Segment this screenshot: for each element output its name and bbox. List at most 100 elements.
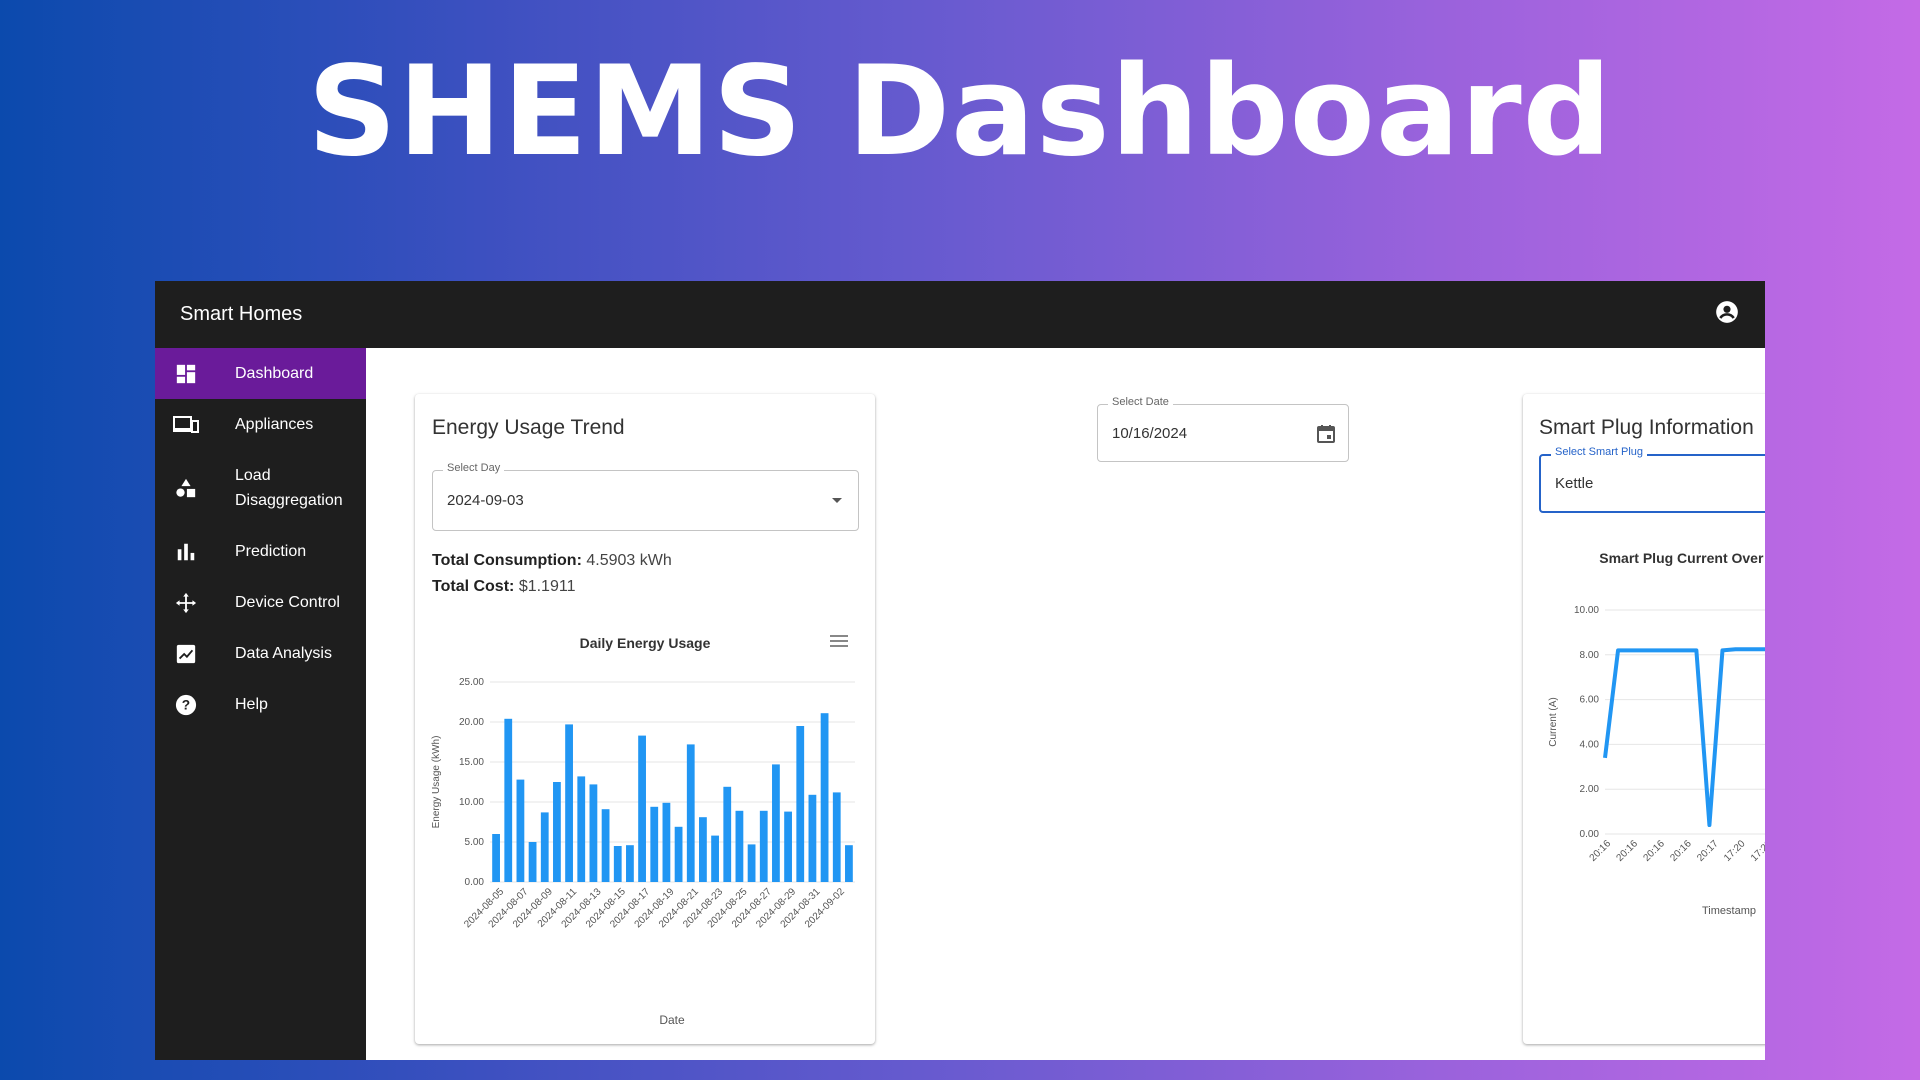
bar [540,812,549,882]
smart-plug-dropdown[interactable]: Select Smart Plug Kettle [1539,446,1765,513]
account-circle-icon[interactable] [1714,299,1740,330]
total-cost-value: $1.1911 [518,578,576,595]
bar [796,726,805,882]
series-line [1603,647,1765,828]
x-tick-label: 20:16 [1615,838,1641,864]
smart-plug-select-value: Kettle [1555,475,1594,492]
sidebar-item-label: Data Analysis [235,645,332,662]
devices-icon [173,412,199,438]
total-cost: Total Cost: $1.1911 [432,578,575,596]
y-tick-label: 5.00 [465,837,485,848]
bar [589,784,598,882]
x-tick-label: 17:20 [1722,838,1748,864]
bar [516,779,525,882]
card-title: Smart Plug Information [1539,416,1754,439]
sidebar-item-label: Dashboard [235,365,314,382]
dashboard-icon [173,361,199,387]
sidebar-item-label: Device Control [235,594,340,611]
sidebar-item-load-disaggregation[interactable]: Load Disaggregation [155,450,366,526]
smart-plug-card: Smart Plug Information Select Smart Plug… [1523,394,1765,1044]
bar [759,810,768,882]
daily-energy-bar-chart: 0.005.0010.0015.0020.0025.002024-08-0520… [431,677,855,1027]
x-tick-label: 20:17 [1695,838,1721,864]
select-day-value: 2024-09-03 [447,492,524,509]
x-axis-label: Date [659,1013,685,1027]
bar [832,792,841,882]
y-tick-label: 10.00 [459,797,484,808]
x-axis-label: Timestamp [1702,905,1756,917]
bar [711,835,719,882]
app-title: Smart Homes [180,303,303,325]
bar [820,713,829,882]
y-tick-label: 2.00 [1580,784,1600,795]
sidebar-item-label: Appliances [235,416,314,433]
x-tick-label: 20:16 [1668,838,1694,864]
bar [747,844,756,882]
bar [662,802,671,882]
bar [638,735,646,882]
hamburger-menu-icon[interactable] [830,634,848,653]
svg-text:?: ? [182,697,190,712]
sidebar-item-device-control[interactable]: Device Control [155,577,366,628]
card-title: Energy Usage Trend [432,416,625,439]
y-axis-label: Current (A) [1548,697,1559,746]
select-date-field[interactable]: Select Date 10/16/2024 [1097,396,1349,462]
smart-plug-current-line-chart: 0.002.004.006.008.0010.0020:16 20:16 20:16… [1548,605,1765,917]
help-icon: ? [173,692,199,718]
y-axis-label: Energy Usage (kWh) [431,736,442,829]
bar [565,724,573,882]
bar [699,817,707,882]
main-content: Energy Usage Trend Select Day 2024-09-03… [366,348,1765,1060]
bar [504,718,513,882]
y-tick-label: 0.00 [465,877,485,888]
bar-chart-title: Daily Energy Usage [579,635,711,651]
bar [613,846,622,882]
y-tick-label: 8.00 [1580,650,1600,661]
bar [650,806,659,882]
y-tick-label: 10.00 [1574,605,1599,616]
analytics-icon [173,641,199,667]
move-icon [173,590,199,616]
total-consumption-value: 4.5903 kWh [586,552,672,569]
sidebar-item-data-analysis[interactable]: Data Analysis [155,628,366,679]
category-icon [173,475,199,501]
smart-plug-select-label: Select Smart Plug [1551,446,1648,458]
chevron-down-icon [832,497,842,503]
bar [528,842,537,882]
sidebar-item-help[interactable]: ? Help [155,679,366,730]
sidebar-item-appliances[interactable]: Appliances [155,399,366,450]
line-chart-title: Smart Plug Current Over Time [1599,550,1765,566]
app-bar: Smart Homes [155,281,1765,348]
x-tick-label: 20:16 [1588,838,1614,864]
select-date-label: Select Date [1108,396,1173,408]
bar [686,744,695,882]
total-consumption: Total Consumption: 4.5903 kWh [432,552,672,570]
y-tick-label: 25.00 [459,677,484,688]
sidebar-item-label: Help [235,696,268,713]
bar [553,782,561,882]
total-consumption-label: Total Consumption: [432,552,582,569]
calendar-icon[interactable] [1316,424,1336,448]
sidebar-item-prediction[interactable]: Prediction [155,526,366,577]
select-day-dropdown[interactable]: Select Day 2024-09-03 [432,462,859,531]
bar [845,845,853,882]
bar [492,834,500,882]
bar-chart-icon [173,539,199,565]
y-tick-label: 6.00 [1580,695,1600,706]
bar [674,826,683,882]
sidebar-item-label: Prediction [235,543,307,560]
bar [626,845,634,882]
y-tick-label: 15.00 [459,757,484,768]
sidebar-item-dashboard[interactable]: Dashboard [155,348,366,399]
x-tick-label: 17:20 [1749,838,1765,864]
x-tick-label: 20:16 [1641,838,1667,864]
y-tick-label: 4.00 [1580,739,1600,750]
bar [808,794,817,882]
bar [735,810,744,882]
y-tick-label: 20.00 [459,717,484,728]
app-window: Smart Homes Dashboard Appliances Load Di… [155,281,1765,1060]
bar [577,776,586,882]
bar [601,809,610,882]
bar [784,811,792,882]
y-tick-label: 0.00 [1580,829,1600,840]
